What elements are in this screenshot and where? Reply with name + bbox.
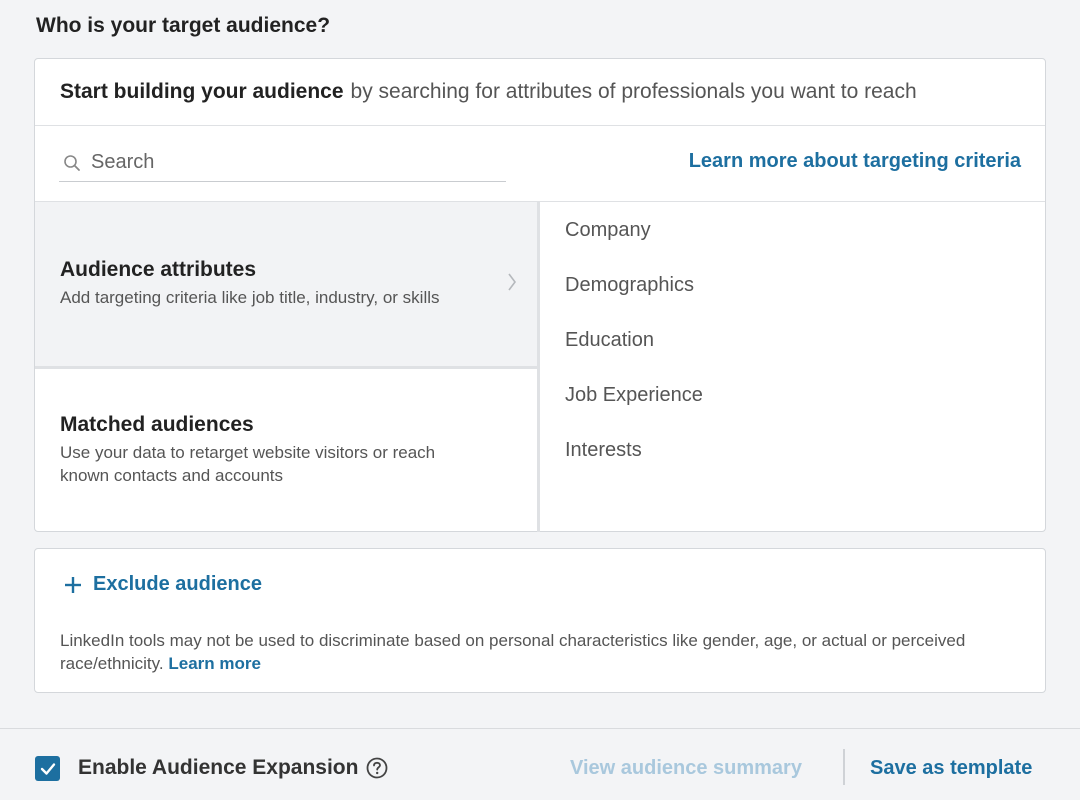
audience-type-list: Audience attributes Add targeting criter… [35,202,540,532]
card-header-text: by searching for attributes of professio… [350,80,917,103]
footer-bar: Enable Audience Expansion View audience … [0,728,1080,800]
search-icon [64,154,80,171]
disclaimer-learn-more-link[interactable]: Learn more [168,654,261,673]
checkmark-icon [40,762,55,775]
option-audience-attributes[interactable]: Audience attributes Add targeting criter… [35,202,537,369]
view-audience-summary-link[interactable]: View audience summary [570,757,802,780]
audience-expansion-label: Enable Audience Expansion [78,756,359,779]
option-description: Use your data to retarget website visito… [60,443,436,486]
exclude-audience-label: Exclude audience [93,573,262,595]
category-company[interactable]: Company [565,216,1045,271]
footer-divider [843,749,845,785]
category-education[interactable]: Education [565,326,1045,381]
discrimination-disclaimer: LinkedIn tools may not be used to discri… [60,629,1020,675]
option-title: Audience attributes [60,258,257,282]
exclude-audience-button[interactable]: Exclude audience [63,573,262,596]
option-description: Add targeting criteria like job title, i… [60,288,440,308]
chevron-right-icon [508,273,516,291]
card-header-bold: Start building your audience [60,80,344,103]
audience-expansion-checkbox[interactable] [35,756,60,781]
exclude-card: Exclude audience LinkedIn tools may not … [34,548,1046,693]
category-job-experience[interactable]: Job Experience [565,381,1045,436]
learn-more-targeting-link[interactable]: Learn more about targeting criteria [689,150,1021,173]
audience-builder-card: Start building your audience by searchin… [34,58,1046,532]
search-input[interactable] [91,151,471,174]
category-demographics[interactable]: Demographics [565,271,1045,326]
plus-icon [65,576,81,593]
category-list: Company Demographics Education Job Exper… [540,202,1045,532]
help-icon[interactable] [366,757,388,779]
option-matched-audiences[interactable]: Matched audiences Use your data to retar… [35,369,537,533]
save-as-template-button[interactable]: Save as template [870,757,1032,780]
option-title: Matched audiences [60,413,254,437]
search-field[interactable] [59,144,506,182]
section-title: Who is your target audience? [36,14,331,37]
category-interests[interactable]: Interests [565,436,1045,491]
search-row: Learn more about targeting criteria [35,126,1045,201]
targeting-panes: Audience attributes Add targeting criter… [35,201,1045,532]
card-header: Start building your audience by searchin… [35,59,1045,126]
